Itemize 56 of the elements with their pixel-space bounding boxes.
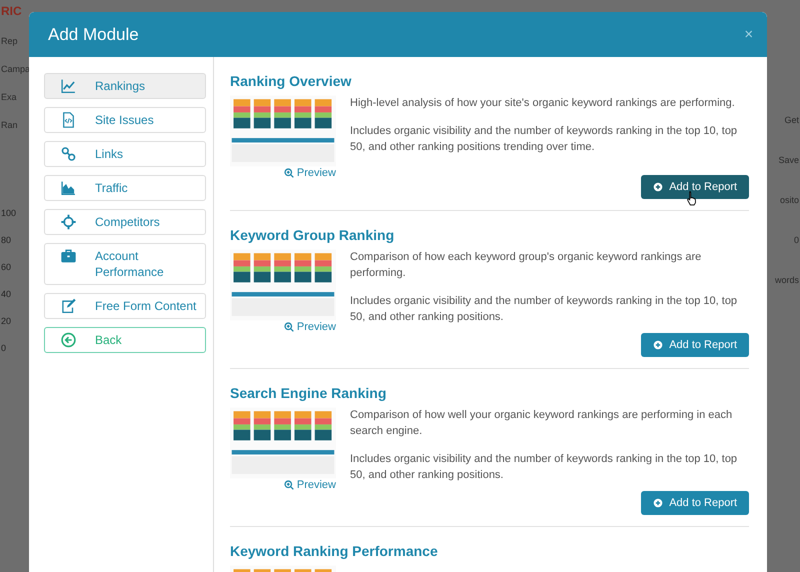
axis-tick-label: 0: [1, 343, 8, 353]
add-to-report-button[interactable]: Add to Report: [641, 491, 750, 515]
crosshair-icon: [60, 214, 77, 230]
close-button[interactable]: ×: [742, 26, 756, 43]
edit-icon: [60, 298, 77, 314]
logo-text: RIC: [1, 4, 22, 18]
module-title: Ranking Overview: [230, 73, 352, 89]
axis-tick-label: 40: [1, 289, 12, 299]
axis-tick-label: 60: [1, 262, 12, 272]
sidebar-item[interactable]: Links: [44, 141, 206, 167]
preview-link[interactable]: Preview: [284, 167, 336, 179]
sidebar-item[interactable]: Site Issues: [44, 107, 206, 133]
module-description: Includes organic visibility and the number of keywords ranking in the top 10, top 50, and other ranking positions trending over time.: [350, 124, 738, 155]
module-title: Search Engine Ranking: [230, 385, 388, 401]
back-button[interactable]: Back: [44, 327, 206, 353]
module-description: Includes organic visibility and the number of keywords ranking in the top 10, top 50, and other ranking positions.: [350, 452, 738, 483]
background-text: 0: [794, 235, 799, 245]
zoom-in-icon: [284, 322, 294, 332]
area-chart-icon: [60, 180, 77, 196]
background-text: Rep: [1, 36, 18, 46]
link-icon: [60, 146, 77, 162]
line-chart-icon: [60, 78, 77, 94]
background-text: Get: [784, 115, 799, 125]
background-text: words: [774, 275, 799, 285]
module-description: High-level analysis of how your site's organic keyword rankings are performing.: [350, 96, 736, 111]
axis-tick-label: 20: [1, 316, 12, 326]
sidebar-item[interactable]: Competitors: [44, 209, 206, 235]
preview-link[interactable]: Preview: [284, 479, 336, 491]
axis-tick-label: 100: [1, 208, 16, 218]
background-text: Exa: [1, 92, 17, 102]
modal-title: Add Module: [48, 24, 139, 44]
background-text: Ran: [1, 120, 18, 130]
module-description: Comparison of how well your organic keyword rankings are performing in each search engine.: [350, 408, 734, 439]
module-title: Keyword Group Ranking: [230, 227, 396, 243]
add-to-report-button[interactable]: Add to Report: [641, 175, 750, 199]
background-text: Save: [778, 155, 799, 165]
code-file-icon: [60, 112, 77, 128]
briefcase-icon: [60, 248, 77, 264]
zoom-in-icon: [284, 168, 294, 178]
preview-link[interactable]: Preview: [284, 321, 336, 333]
hand-cursor-icon: [686, 190, 698, 206]
background-text: osito: [780, 195, 799, 205]
axis-tick-label: 80: [1, 235, 12, 245]
module-title: Keyword Ranking Performance: [230, 543, 439, 559]
add-to-report-button[interactable]: Add to Report: [641, 333, 750, 357]
sidebar-item[interactable]: Traffic: [44, 175, 206, 201]
plus-circle-icon: [653, 182, 664, 192]
background-text: Campa: [1, 64, 30, 74]
module-description: Includes organic visibility and the number of keywords ranking in the top 10, top 50, and other ranking positions.: [350, 294, 738, 325]
sidebar-item[interactable]: Rankings: [44, 73, 206, 99]
sidebar-item[interactable]: Account Performance: [44, 243, 206, 285]
module-description: Comparison of how each keyword group's organic keyword rankings are performing.: [350, 250, 702, 281]
plus-circle-icon: [653, 498, 664, 508]
zoom-in-icon: [284, 480, 294, 490]
sidebar-item[interactable]: Free Form Content: [44, 293, 206, 319]
plus-circle-icon: [653, 340, 664, 350]
